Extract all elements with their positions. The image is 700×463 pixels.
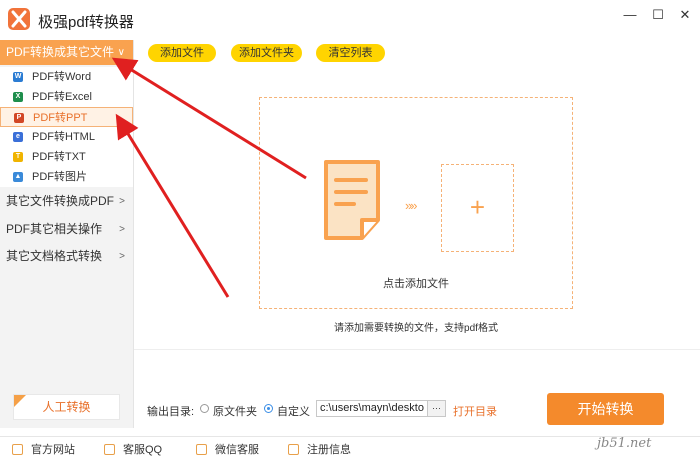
watermark: jb51.net — [597, 436, 652, 451]
category-label: PDF其它相关操作 — [6, 222, 103, 236]
open-directory-link[interactable]: 打开目录 — [453, 403, 497, 419]
clear-list-button[interactable]: 清空列表 — [316, 44, 385, 62]
sidebar-item-pdf-to-word[interactable]: W PDF转Word — [0, 67, 133, 87]
ribbon-corner-icon — [14, 395, 26, 407]
output-path-input[interactable]: c:\users\mayn\deskto — [316, 400, 428, 417]
footer-register-link[interactable]: 注册信息 — [288, 441, 358, 459]
image-icon: ▲ — [13, 172, 23, 182]
document-icon — [320, 158, 384, 242]
supported-format-hint: 请添加需要转换的文件，支持pdf格式 — [334, 323, 498, 334]
close-button[interactable]: ✕ — [674, 6, 696, 24]
sidebar-item-pdf-to-ppt[interactable]: P PDF转PPT — [0, 107, 133, 127]
footer-website-link[interactable]: 官方网站 — [12, 441, 82, 459]
app-logo-icon — [8, 8, 30, 30]
sidebar-item-pdf-to-image[interactable]: ▲ PDF转图片 — [0, 167, 133, 187]
sidebar-item-label: PDF转Excel — [32, 91, 92, 103]
category-pdf-other-ops[interactable]: PDF其它相关操作 > — [0, 216, 133, 243]
footer-wechat-link[interactable]: 微信客服 — [196, 441, 266, 459]
browse-button[interactable]: ··· — [427, 400, 446, 417]
chevron-right-icon: > — [119, 251, 125, 262]
sidebar-item-pdf-to-txt[interactable]: T PDF转TXT — [0, 147, 133, 167]
manual-convert-button[interactable]: 人工转换 — [13, 394, 120, 420]
category-other-doc-formats[interactable]: 其它文档格式转换 > — [0, 243, 133, 270]
custom-folder-label[interactable]: 自定义 — [277, 403, 310, 419]
category-label: 其它文档格式转换 — [6, 249, 103, 263]
category-label: PDF转换成其它文件 — [6, 45, 115, 59]
chevron-right-icon: > — [119, 196, 125, 207]
sidebar-item-pdf-to-excel[interactable]: X PDF转Excel — [0, 87, 133, 107]
sidebar-item-label: PDF转Word — [32, 71, 92, 83]
category-label: 其它文件转换成PDF — [6, 194, 115, 208]
plus-icon: + — [469, 192, 486, 222]
click-to-add-label[interactable]: 点击添加文件 — [259, 275, 573, 291]
ppt-icon: P — [14, 113, 24, 123]
excel-icon: X — [13, 92, 23, 102]
chevron-right-icon: > — [119, 224, 125, 235]
sidebar-item-label: PDF转TXT — [32, 151, 86, 163]
sidebar-item-label: PDF转HTML — [32, 131, 95, 143]
title-bar: 极强pdf转换器 — ☐ ✕ — [0, 0, 700, 40]
radio-custom-folder[interactable] — [264, 404, 273, 413]
app-title: 极强pdf转换器 — [38, 14, 134, 31]
sidebar-item-label: PDF转图片 — [32, 171, 87, 183]
footer-qq-link[interactable]: 客服QQ — [104, 441, 168, 459]
word-icon: W — [13, 72, 23, 82]
footer-label: 客服QQ — [123, 444, 163, 456]
double-chevron-right-icon: »» — [405, 198, 418, 213]
footer-bar: 官方网站 客服QQ 微信客服 注册信息 — [0, 436, 700, 463]
divider — [134, 349, 700, 350]
sidebar: PDF转换成其它文件 ∨ W PDF转Word X PDF转Excel P PD… — [0, 40, 134, 428]
sidebar-item-label: PDF转PPT — [33, 112, 88, 124]
chevron-down-icon: ∨ — [117, 47, 125, 58]
original-folder-label[interactable]: 原文件夹 — [213, 403, 257, 419]
manual-convert-label: 人工转换 — [42, 400, 91, 414]
category-other-to-pdf[interactable]: 其它文件转换成PDF > — [0, 188, 133, 215]
start-convert-button[interactable]: 开始转换 — [547, 393, 664, 425]
qq-icon — [104, 444, 115, 455]
html-icon: e — [13, 132, 23, 142]
add-file-button[interactable]: 添加文件 — [148, 44, 216, 62]
footer-label: 微信客服 — [215, 444, 259, 456]
txt-icon: T — [13, 152, 23, 162]
minimize-button[interactable]: — — [619, 6, 641, 24]
footer-label: 官方网站 — [31, 444, 75, 456]
maximize-button[interactable]: ☐ — [647, 6, 669, 24]
add-file-plus-button[interactable]: + — [441, 164, 514, 252]
wechat-icon — [196, 444, 207, 455]
output-dir-label: 输出目录: — [147, 406, 195, 418]
radio-original-folder[interactable] — [200, 404, 209, 413]
annotation-arrow-to-ppt — [115, 113, 230, 298]
footer-label: 注册信息 — [307, 444, 351, 456]
website-icon — [12, 444, 23, 455]
add-folder-button[interactable]: 添加文件夹 — [231, 44, 302, 62]
category-pdf-to-other[interactable]: PDF转换成其它文件 ∨ — [0, 40, 133, 65]
register-icon — [288, 444, 299, 455]
sidebar-item-pdf-to-html[interactable]: e PDF转HTML — [0, 127, 133, 147]
